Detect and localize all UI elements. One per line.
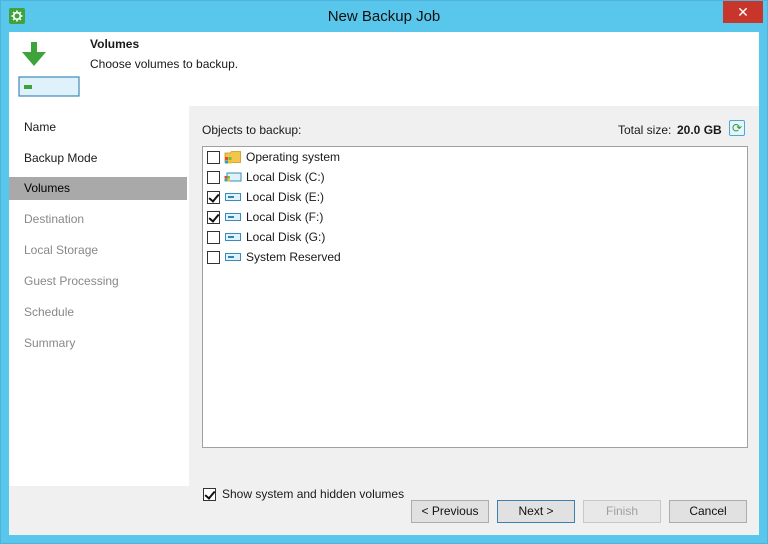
total-size-value: 20.0 GB: [677, 123, 722, 137]
finish-button[interactable]: Finish: [583, 500, 661, 523]
item-label: Local Disk (E:): [246, 190, 325, 204]
list-item[interactable]: Operating system: [207, 147, 340, 167]
checkbox[interactable]: [207, 150, 220, 164]
title-bar[interactable]: New Backup Job ✕: [1, 1, 767, 32]
close-button[interactable]: ✕: [723, 1, 763, 23]
step-name[interactable]: Name: [9, 116, 187, 139]
step-destination[interactable]: Destination: [9, 208, 187, 231]
windows-disk-icon: [224, 170, 242, 184]
total-size-label: Total size:: [618, 123, 672, 137]
checkbox[interactable]: [207, 170, 220, 184]
wizard-steps: Name Backup Mode Volumes Destination Loc…: [9, 106, 189, 486]
item-label: System Reserved: [246, 250, 341, 264]
step-guest-processing[interactable]: Guest Processing: [9, 270, 187, 293]
disk-icon: [224, 210, 242, 224]
disk-icon: [224, 190, 242, 204]
windows-folder-icon: [224, 150, 242, 164]
cancel-button[interactable]: Cancel: [669, 500, 747, 523]
header-subtitle: Choose volumes to backup.: [90, 57, 239, 71]
wizard-body: Volumes Choose volumes to backup. Name B…: [9, 32, 759, 535]
close-icon: ✕: [737, 3, 749, 20]
next-button[interactable]: Next >: [497, 500, 575, 523]
objects-label: Objects to backup:: [202, 123, 302, 137]
step-summary[interactable]: Summary: [9, 332, 187, 355]
header-title: Volumes: [90, 37, 140, 51]
list-item[interactable]: Local Disk (G:): [207, 227, 325, 247]
step-backup-mode[interactable]: Backup Mode: [9, 147, 187, 170]
checkbox[interactable]: [207, 250, 220, 264]
window-title: New Backup Job: [327, 8, 441, 25]
disk-icon: [224, 250, 242, 264]
show-hidden-checkbox[interactable]: [203, 487, 216, 501]
list-item[interactable]: Local Disk (F:): [207, 207, 323, 227]
list-item[interactable]: Local Disk (E:): [207, 187, 324, 207]
disk-icon: [224, 230, 242, 244]
refresh-icon[interactable]: ⟳: [729, 120, 745, 136]
step-schedule[interactable]: Schedule: [9, 301, 187, 324]
checkbox[interactable]: [207, 210, 220, 224]
previous-button[interactable]: < Previous: [411, 500, 489, 523]
show-hidden-option[interactable]: Show system and hidden volumes: [203, 487, 404, 501]
show-hidden-label: Show system and hidden volumes: [222, 487, 405, 501]
item-label: Local Disk (C:): [246, 170, 325, 184]
list-item[interactable]: Local Disk (C:): [207, 167, 325, 187]
step-volumes[interactable]: Volumes: [9, 177, 187, 200]
list-item[interactable]: System Reserved: [207, 247, 341, 267]
item-label: Local Disk (F:): [246, 210, 324, 224]
item-label: Operating system: [246, 150, 341, 164]
volumes-list[interactable]: Operating system Local Disk (C:) Local D…: [202, 146, 748, 448]
wizard-header: Volumes Choose volumes to backup.: [9, 32, 759, 106]
volumes-panel: Objects to backup: Total size: 20.0 GB ⟳: [189, 106, 759, 501]
backup-volume-icon: [17, 42, 81, 98]
checkbox[interactable]: [207, 190, 220, 204]
step-local-storage[interactable]: Local Storage: [9, 239, 187, 262]
checkbox[interactable]: [207, 230, 220, 244]
item-label: Local Disk (G:): [246, 230, 326, 244]
backup-job-window: New Backup Job ✕ Volumes Choose volumes …: [0, 0, 768, 544]
